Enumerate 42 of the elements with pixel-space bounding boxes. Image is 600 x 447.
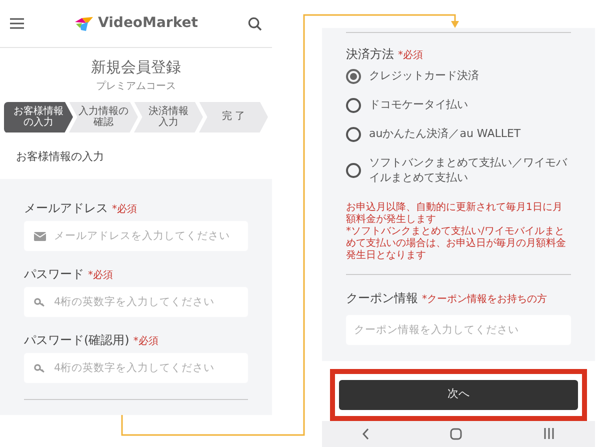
radio-label: auかんたん決済／au WALLET bbox=[369, 127, 521, 142]
logo-text: VideoMarket bbox=[98, 14, 198, 33]
page-title: 新規会員登録 bbox=[90, 57, 182, 78]
key-icon bbox=[34, 364, 45, 373]
input-field[interactable]: クーポン情報を入力してください bbox=[346, 314, 571, 345]
radio-button[interactable] bbox=[346, 98, 361, 113]
radio-button[interactable] bbox=[346, 163, 361, 178]
radio-label: クレジットカード決済 bbox=[369, 69, 479, 84]
back-icon[interactable] bbox=[362, 428, 370, 440]
field-label: パスワード(確認用) bbox=[24, 332, 130, 349]
input-field[interactable]: 4桁の英数字を入力してください bbox=[24, 287, 248, 317]
notice-text: お申込月以降、自動的に更新されて毎月1日に月額料金が発生します bbox=[346, 202, 564, 226]
field-label: メールアドレス bbox=[24, 200, 108, 217]
section-heading: お客様情報の入力 bbox=[15, 148, 105, 164]
step-tab[interactable]: 入力情報の 確認 bbox=[69, 102, 138, 132]
radio-button[interactable] bbox=[346, 69, 361, 84]
home-icon[interactable] bbox=[450, 428, 462, 440]
envelope-icon bbox=[34, 232, 46, 241]
required-note: *必須 bbox=[88, 268, 113, 283]
field-label: クーポン情報 bbox=[346, 290, 418, 307]
field-label: 決済方法 bbox=[346, 46, 394, 63]
radio-label: ドコモケータイ払い bbox=[369, 98, 468, 113]
required-note: *必須 bbox=[133, 334, 158, 349]
menu-icon[interactable] bbox=[10, 18, 24, 29]
step-tab[interactable]: 決済情報 入力 bbox=[134, 102, 203, 132]
search-icon[interactable] bbox=[248, 16, 262, 30]
field-label: パスワード bbox=[24, 266, 84, 283]
step-tab[interactable]: 完 了 bbox=[199, 102, 268, 132]
required-note: *必須 bbox=[398, 48, 423, 63]
step-tab[interactable]: お客様情報 の入力 bbox=[4, 102, 73, 132]
key-icon bbox=[34, 298, 45, 307]
radio-label: ソフトバンクまとめて支払い／ワイモバイルまとめて支払い bbox=[369, 156, 568, 186]
next-button[interactable]: 次へ bbox=[339, 380, 578, 410]
recent-apps-icon[interactable] bbox=[542, 428, 555, 440]
notice-text: *ソフトバンクまとめて支払い/ワイモバイルまとめて支払いの場合は、お申込日が毎月の月額料金発生日となります bbox=[346, 226, 567, 262]
course-subtitle: プレミアムコース bbox=[95, 80, 177, 94]
required-note: *クーポン情報をお持ちの方 bbox=[422, 292, 547, 307]
input-field[interactable]: メールアドレスを入力してください bbox=[24, 221, 248, 251]
radio-button[interactable] bbox=[346, 127, 361, 142]
logo-icon bbox=[74, 16, 94, 32]
required-note: *必須 bbox=[112, 202, 137, 217]
input-field[interactable]: 4桁の英数字を入力してください bbox=[24, 353, 248, 383]
